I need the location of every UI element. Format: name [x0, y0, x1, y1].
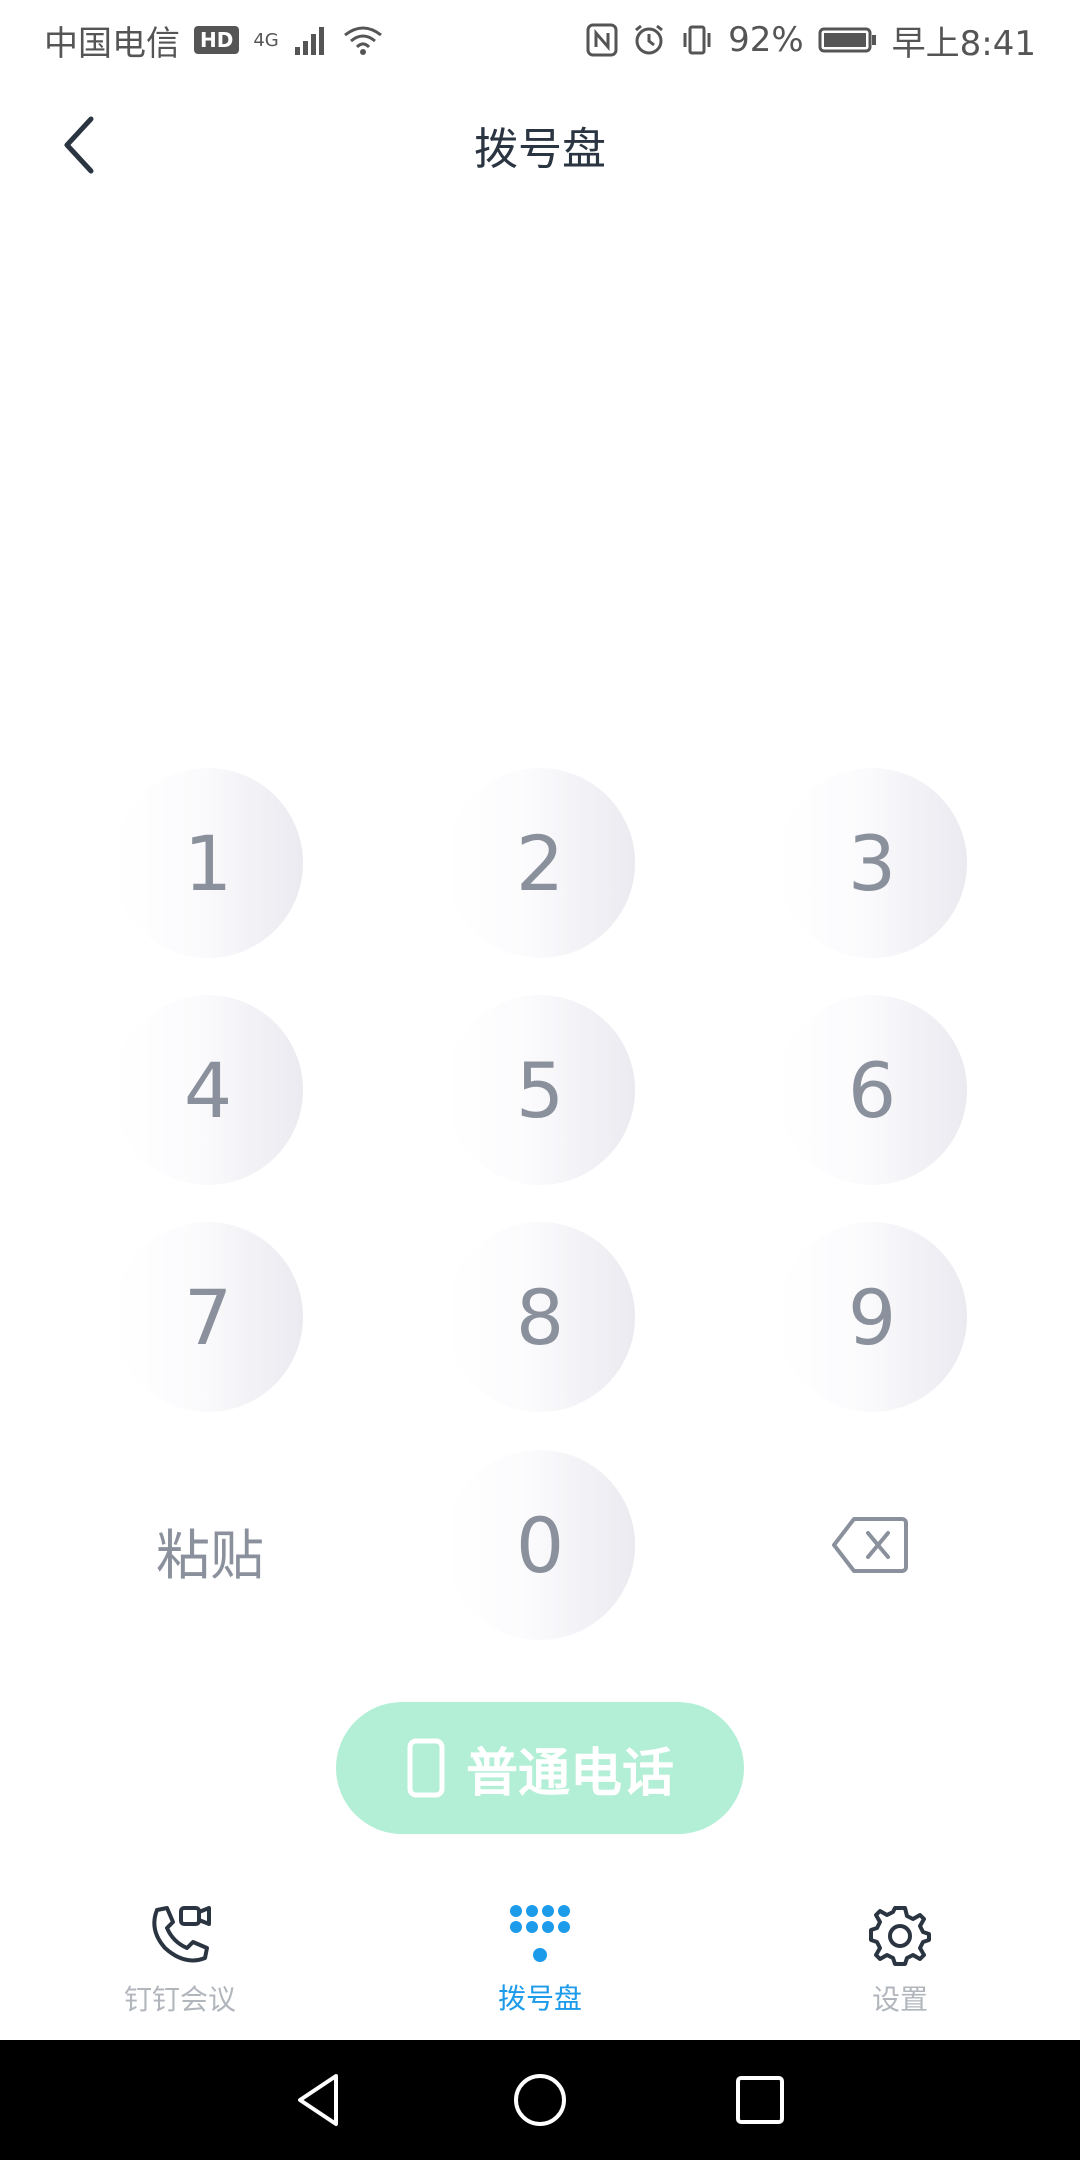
- signal-icon: [294, 27, 324, 55]
- key-digit: 3: [847, 818, 897, 908]
- key-8[interactable]: 8: [445, 1222, 635, 1412]
- nav-home-icon[interactable]: [510, 2070, 570, 2130]
- key-digit: 4: [183, 1045, 233, 1135]
- key-4[interactable]: 4: [113, 995, 303, 1185]
- key-7[interactable]: 7: [113, 1222, 303, 1412]
- battery-icon: [818, 27, 876, 53]
- clock: 早上8:41: [891, 23, 1036, 64]
- paste-button[interactable]: 粘贴: [120, 1490, 300, 1610]
- key-2[interactable]: 2: [445, 768, 635, 958]
- key-1[interactable]: 1: [113, 768, 303, 958]
- key-3[interactable]: 3: [777, 768, 967, 958]
- key-digit: 1: [183, 818, 233, 908]
- vibrate-icon: [683, 25, 711, 55]
- key-digit: 9: [847, 1272, 897, 1362]
- key-digit: 7: [183, 1272, 233, 1362]
- tab-settings[interactable]: 设置: [720, 1880, 1080, 2040]
- dialpad: 1 2 3 4 5 6 7 8 9 粘贴 0: [0, 0, 1080, 2160]
- status-left: 中国电信 HD 4G: [44, 16, 383, 65]
- status-right: 92% 早上8:41: [586, 16, 1036, 65]
- dialpad-icon: [510, 1905, 570, 1962]
- wifi-icon: [343, 26, 382, 55]
- battery-percent: 92%: [728, 20, 804, 60]
- system-nav-bar: [0, 2040, 1080, 2160]
- key-digit: 2: [515, 818, 565, 908]
- key-6[interactable]: 6: [777, 995, 967, 1185]
- page-title: 拨号盘: [474, 124, 606, 175]
- call-button-label: 普通电话: [465, 1743, 674, 1804]
- network-type: 4G: [253, 29, 279, 51]
- normal-call-button[interactable]: 普通电话: [336, 1702, 744, 1834]
- key-digit: 0: [515, 1500, 565, 1590]
- back-button[interactable]: [44, 110, 114, 180]
- backspace-icon: [832, 1517, 908, 1573]
- tab-label: 设置: [871, 1983, 928, 2016]
- tab-label: 钉钉会议: [123, 1983, 236, 2016]
- key-0[interactable]: 0: [445, 1450, 635, 1640]
- app-header: 拨号盘: [0, 80, 1080, 210]
- backspace-button[interactable]: [820, 1505, 920, 1585]
- key-digit: 8: [515, 1272, 565, 1362]
- nav-back-icon[interactable]: [290, 2070, 350, 2130]
- carrier-name: 中国电信: [44, 23, 180, 64]
- nfc-icon: [586, 23, 618, 57]
- nav-recents-icon[interactable]: [730, 2070, 790, 2130]
- chevron-left-icon: [64, 116, 94, 174]
- key-digit: 5: [515, 1045, 565, 1135]
- status-bar: 中国电信 HD 4G 92% 早上8:41: [0, 0, 1080, 80]
- key-5[interactable]: 5: [445, 995, 635, 1185]
- key-digit: 6: [847, 1045, 897, 1135]
- tab-label: 拨号盘: [497, 1982, 582, 2015]
- gear-icon: [869, 1906, 931, 1966]
- phone-icon: [407, 1738, 445, 1798]
- tab-bar: 钉钉会议 拨号盘 设置: [0, 1880, 1080, 2040]
- tab-meeting[interactable]: 钉钉会议: [0, 1880, 360, 2040]
- hd-badge: HD: [194, 26, 240, 54]
- video-call-icon: [152, 1906, 211, 1963]
- alarm-icon: [635, 24, 663, 55]
- tab-dialpad[interactable]: 拨号盘: [360, 1880, 720, 2040]
- key-9[interactable]: 9: [777, 1222, 967, 1412]
